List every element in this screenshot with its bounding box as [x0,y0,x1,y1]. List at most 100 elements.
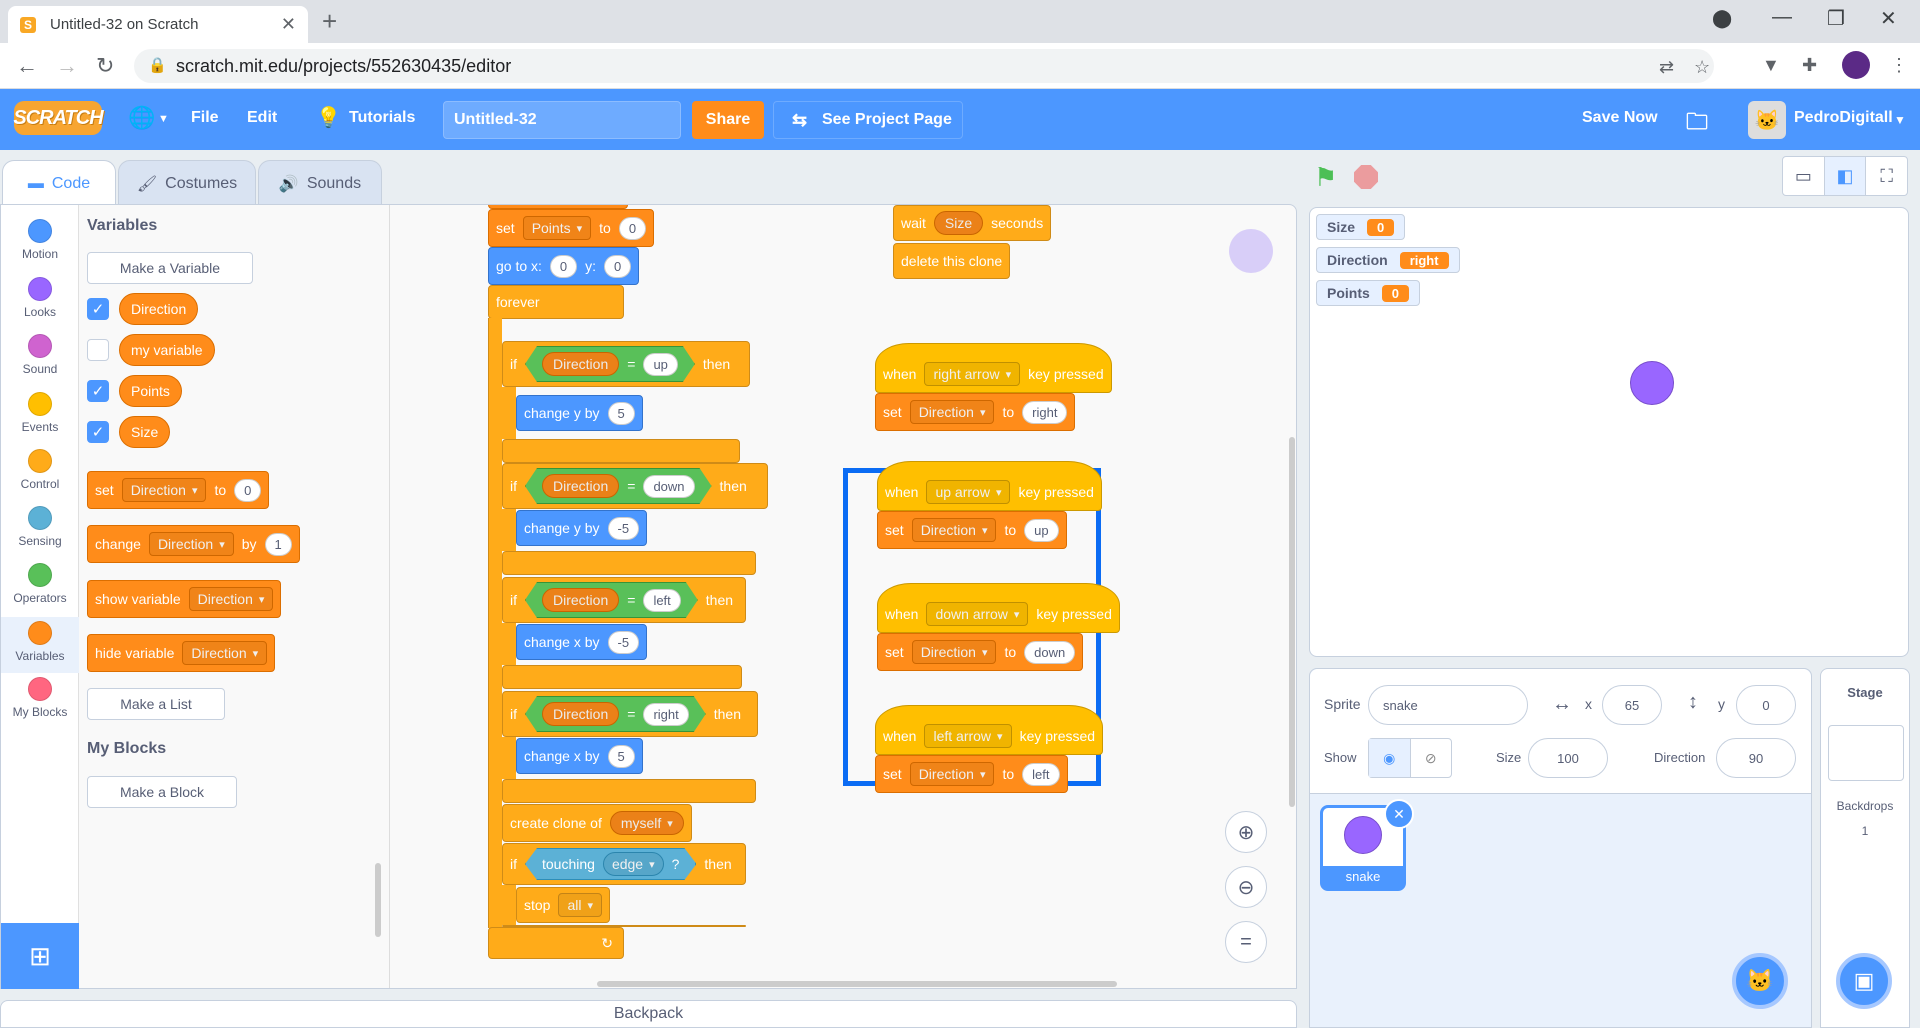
direction-reporter[interactable]: Direction [542,352,619,376]
when-left-arrow-hat[interactable]: when left arrow key pressed [875,705,1104,755]
new-tab-icon[interactable]: + [322,6,337,37]
direction-reporter[interactable]: Direction [542,588,619,612]
share-button[interactable]: Share [692,101,764,139]
variable-dropdown[interactable]: Direction [121,478,207,502]
normal-stage-icon[interactable]: ◧ [1823,157,1867,195]
eye-icon[interactable]: ◉ [1369,739,1411,777]
set-direction-right-block[interactable]: set Direction to right [875,393,1076,431]
checkbox-direction[interactable]: ✓ [87,298,109,320]
variable-dropdown[interactable]: Direction [911,518,997,542]
palette-scrollbar[interactable] [375,863,381,937]
if-right-block[interactable]: if Direction = right then [502,691,758,737]
window-close-icon[interactable]: ✕ [1880,6,1897,31]
save-now-button[interactable]: Save Now [1582,109,1658,127]
green-flag-icon[interactable]: ⚑ [1314,162,1337,193]
change-y-block[interactable]: change y by 5 [516,395,643,431]
set-direction-down-block[interactable]: set Direction to down [877,633,1084,671]
stage[interactable]: Size 0 Direction right Points 0 [1309,207,1909,657]
tab-code[interactable]: ▬ Code [2,160,116,206]
tutorials-menu[interactable]: Tutorials [349,109,415,127]
workspace-vertical-scrollbar[interactable] [1289,437,1295,807]
key-dropdown[interactable]: down arrow [926,602,1029,626]
sprite-name-input[interactable]: snake [1368,685,1528,725]
account-chevron-down-icon[interactable]: ▼ [1894,113,1906,127]
zoom-out-button[interactable]: ⊖ [1225,866,1267,908]
value-input[interactable]: -5 [607,630,640,654]
change-x-block[interactable]: change x by -5 [516,624,648,660]
x-input[interactable]: 65 [1602,685,1662,725]
forward-icon[interactable]: → [56,53,78,79]
zoom-reset-button[interactable]: = [1225,921,1267,963]
bookmark-star-icon[interactable]: ☆ [1694,57,1710,78]
size-reporter[interactable]: Size [933,211,984,235]
variable-dropdown[interactable]: Points [522,216,592,240]
value-input[interactable]: 0 [618,216,647,240]
compare-input[interactable]: down [643,475,694,498]
see-project-page-button[interactable]: ⇆ See Project Page [773,101,963,139]
when-down-arrow-hat[interactable]: when down arrow key pressed [877,583,1120,633]
touching-sensor[interactable]: touching edge ? [525,848,696,880]
choose-backdrop-button[interactable]: ▣ [1836,953,1892,1009]
backpack[interactable]: Backpack [0,1000,1297,1028]
category-sound[interactable]: Sound [1,330,79,386]
direction-reporter[interactable]: Direction [542,702,619,726]
category-looks[interactable]: Looks [1,273,79,329]
workspace-horizontal-scrollbar[interactable] [597,981,1117,987]
stop-sign-icon[interactable] [1354,165,1378,189]
add-extension-button[interactable]: ⊞ [1,923,79,989]
equals-operator[interactable]: Direction = right [525,696,706,732]
checkbox-points[interactable]: ✓ [87,380,109,402]
checkbox-my-variable[interactable] [87,339,109,361]
url-field[interactable]: 🔒 scratch.mit.edu/projects/552630435/edi… [134,49,1714,83]
set-direction-left-block[interactable]: set Direction to left [875,755,1068,793]
profile-avatar-icon[interactable] [1842,51,1870,79]
if-left-block[interactable]: if Direction = left then [502,577,746,623]
set-direction-up-block[interactable]: set Direction to up [877,511,1067,549]
category-motion[interactable]: Motion [1,215,79,271]
tab-search-icon[interactable]: ⬤ [1712,8,1732,29]
tab-costumes[interactable]: 🖌 Costumes [118,160,256,206]
variable-dropdown[interactable]: Direction [909,400,995,424]
wait-block[interactable]: wait Size seconds [893,205,1052,241]
key-dropdown[interactable]: up arrow [926,480,1011,504]
change-variable-block[interactable]: change Direction by 1 [87,525,300,563]
browser-menu-icon[interactable]: ⋮ [1890,55,1908,76]
variable-dropdown[interactable]: Direction [148,532,234,556]
value-input[interactable]: 1 [264,532,292,556]
show-variable-block[interactable]: show variable Direction [87,580,282,618]
tab-sounds[interactable]: 🔊 Sounds [258,160,382,206]
backdrop-thumbnail[interactable] [1828,725,1904,781]
category-control[interactable]: Control [1,445,79,501]
variable-dropdown[interactable]: Direction [188,587,274,611]
file-menu[interactable]: File [191,109,219,127]
hide-variable-block[interactable]: hide variable Direction [87,634,276,672]
make-variable-button[interactable]: Make a Variable [87,252,253,284]
stop-block[interactable]: stop all [516,887,611,923]
stop-option-dropdown[interactable]: all [558,893,603,917]
y-input[interactable]: 0 [1736,685,1796,725]
category-events[interactable]: Events [1,388,79,444]
back-icon[interactable]: ← [16,53,38,79]
y-input[interactable]: 0 [604,254,632,278]
value-input[interactable]: 5 [607,401,635,425]
value-input[interactable]: 5 [607,744,635,768]
monitor-size[interactable]: Size 0 [1316,214,1406,240]
forever-block[interactable]: forever [488,285,624,319]
variable-dropdown[interactable]: Direction [911,640,997,664]
username[interactable]: PedroDigitall [1794,109,1893,127]
category-variables[interactable]: Variables [1,617,79,673]
category-sensing[interactable]: Sensing [1,502,79,558]
value-input[interactable]: 0 [234,478,262,502]
key-dropdown[interactable]: left arrow [924,724,1012,748]
edit-menu[interactable]: Edit [247,109,277,127]
scratch-logo[interactable]: SCRATCH [13,101,104,135]
equals-operator[interactable]: Direction = up [525,346,695,382]
clone-target-dropdown[interactable]: myself [609,811,684,835]
reporter-size[interactable]: Size [119,416,171,448]
project-title-input[interactable]: Untitled-32 [443,101,681,139]
delete-sprite-button[interactable]: ✕ [1384,799,1414,829]
zoom-in-button[interactable]: ⊕ [1225,811,1267,853]
minimize-icon[interactable]: — [1772,6,1792,29]
category-operators[interactable]: Operators [1,559,79,615]
my-stuff-folder-icon[interactable]: 🗀 [1686,105,1708,143]
